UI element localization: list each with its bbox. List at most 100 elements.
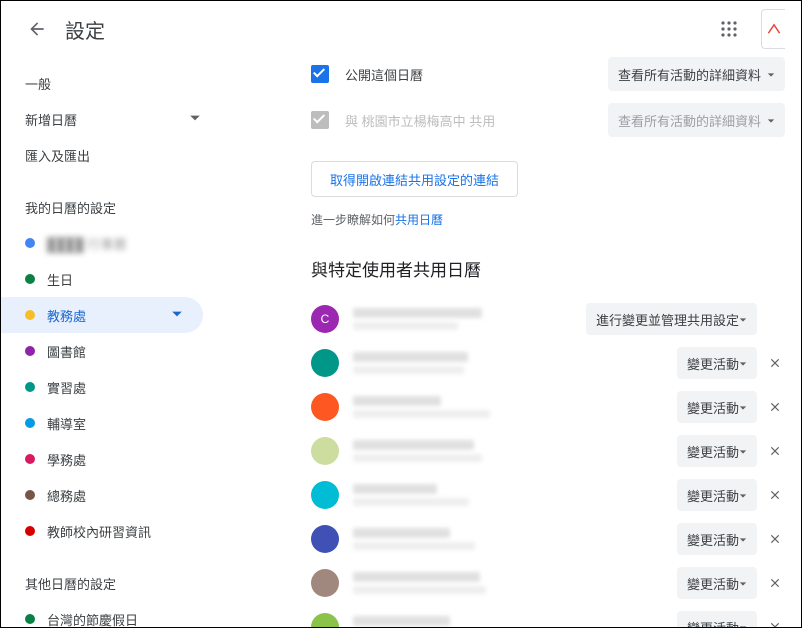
shared-user-row: 變更活動 xyxy=(311,341,785,385)
user-info xyxy=(353,484,677,506)
helper-link[interactable]: 共用日曆 xyxy=(395,213,443,227)
calendar-label: ████ 行事曆 xyxy=(47,234,126,253)
avatar xyxy=(311,437,339,465)
sidebar-calendar-item[interactable]: 圖書館 xyxy=(1,333,203,369)
avatar xyxy=(311,349,339,377)
share-section-title: 與特定使用者共用日曆 xyxy=(311,256,785,281)
caret-down-icon xyxy=(739,620,747,628)
color-dot xyxy=(25,238,35,248)
avatar xyxy=(311,569,339,597)
color-dot xyxy=(25,274,35,284)
sidebar-calendar-item[interactable]: 生日 xyxy=(1,261,203,297)
sidebar-calendar-item[interactable]: ████ 行事曆 xyxy=(1,225,203,261)
remove-user-button[interactable] xyxy=(765,485,785,505)
sidebar-calendar-item[interactable]: 教務處 xyxy=(1,297,203,333)
org-label: 與 桃園市立楊梅高中 共用 xyxy=(345,111,495,130)
avatar: C xyxy=(311,305,339,333)
org-checkbox xyxy=(311,111,329,129)
caret-down-icon xyxy=(739,400,747,415)
user-info xyxy=(353,616,677,627)
color-dot xyxy=(25,382,35,392)
user-permission-select[interactable]: 變更活動 xyxy=(677,435,757,467)
public-permission-select[interactable]: 查看所有活動的詳細資料 xyxy=(608,57,785,91)
remove-user-button[interactable] xyxy=(765,353,785,373)
account-indicator[interactable] xyxy=(761,9,785,49)
sidebar-calendar-item[interactable]: 實習處 xyxy=(1,369,203,405)
caret-down-icon xyxy=(739,312,747,327)
calendar-label: 實習處 xyxy=(47,378,86,397)
calendar-label: 輔導室 xyxy=(47,414,86,433)
shared-user-row: C 進行變更並管理共用設定 xyxy=(311,297,785,341)
color-dot xyxy=(25,310,35,320)
sidebar-item-label: 新增日曆 xyxy=(25,110,77,129)
public-label: 公開這個日曆 xyxy=(345,65,423,84)
user-permission-select[interactable]: 變更活動 xyxy=(677,611,757,627)
chevron-down-icon xyxy=(171,308,183,323)
sidebar-calendar-item[interactable]: 輔導室 xyxy=(1,405,203,441)
sidebar-section-other-calendars: 其他日曆的設定 xyxy=(1,565,221,601)
user-info xyxy=(353,396,677,418)
calendar-label: 圖書館 xyxy=(47,342,86,361)
caret-down-icon xyxy=(739,576,747,591)
user-permission-select[interactable]: 變更活動 xyxy=(677,391,757,423)
user-permission-select[interactable]: 變更活動 xyxy=(677,523,757,555)
user-info xyxy=(353,572,677,594)
color-dot xyxy=(25,454,35,464)
calendar-label: 台灣的節慶假日 xyxy=(47,610,138,628)
avatar xyxy=(311,525,339,553)
user-info xyxy=(353,308,586,330)
sidebar-item-general[interactable]: 一般 xyxy=(1,65,221,101)
user-permission-select[interactable]: 進行變更並管理共用設定 xyxy=(586,303,757,335)
color-dot xyxy=(25,614,35,624)
caret-down-icon xyxy=(739,488,747,503)
apps-icon[interactable] xyxy=(709,9,749,49)
sidebar-calendar-item[interactable]: 總務處 xyxy=(1,477,203,513)
caret-down-icon xyxy=(739,532,747,547)
shared-user-row: 變更活動 xyxy=(311,517,785,561)
color-dot xyxy=(25,418,35,428)
remove-user-button[interactable] xyxy=(765,529,785,549)
caret-down-icon xyxy=(767,113,775,128)
remove-user-button[interactable] xyxy=(765,441,785,461)
calendar-label: 教務處 xyxy=(47,306,86,325)
shared-user-row: 變更活動 xyxy=(311,605,785,627)
avatar xyxy=(311,613,339,627)
calendar-label: 學務處 xyxy=(47,450,86,469)
sidebar-item-import-export[interactable]: 匯入及匯出 xyxy=(1,137,221,173)
shared-user-row: 變更活動 xyxy=(311,561,785,605)
sidebar-calendar-item[interactable]: 學務處 xyxy=(1,441,203,477)
sidebar-calendar-item[interactable]: 台灣的節慶假日 xyxy=(1,601,203,627)
main-content: 公開這個日曆 查看所有活動的詳細資料 與 桃園市立楊梅高中 共用 查看所有活動的… xyxy=(221,57,801,627)
caret-down-icon xyxy=(767,67,775,82)
remove-user-button[interactable] xyxy=(765,573,785,593)
sidebar-calendar-item[interactable]: 教師校內研習資訊 xyxy=(1,513,203,549)
calendar-label: 生日 xyxy=(47,270,73,289)
sidebar: 一般 新增日曆 匯入及匯出 我的日曆的設定 ████ 行事曆生日教務處圖書館實習… xyxy=(1,57,221,627)
page-title: 設定 xyxy=(65,15,105,44)
caret-down-icon xyxy=(739,356,747,371)
back-button[interactable] xyxy=(17,9,57,49)
shared-user-row: 變更活動 xyxy=(311,473,785,517)
user-info xyxy=(353,440,677,462)
user-permission-select[interactable]: 變更活動 xyxy=(677,479,757,511)
user-permission-select[interactable]: 變更活動 xyxy=(677,347,757,379)
chevron-down-icon xyxy=(189,112,201,127)
sidebar-item-add-calendar[interactable]: 新增日曆 xyxy=(1,101,221,137)
remove-user-button[interactable] xyxy=(765,617,785,627)
user-info xyxy=(353,352,677,374)
avatar xyxy=(311,393,339,421)
calendar-label: 總務處 xyxy=(47,486,86,505)
color-dot xyxy=(25,526,35,536)
user-permission-select[interactable]: 變更活動 xyxy=(677,567,757,599)
public-checkbox[interactable] xyxy=(311,65,329,83)
shared-user-row: 變更活動 xyxy=(311,429,785,473)
caret-down-icon xyxy=(739,444,747,459)
sidebar-section-my-calendars: 我的日曆的設定 xyxy=(1,189,221,225)
user-info xyxy=(353,528,677,550)
calendar-label: 教師校內研習資訊 xyxy=(47,522,151,541)
helper-text: 進一步瞭解如何共用日曆 xyxy=(311,211,785,228)
remove-user-button[interactable] xyxy=(765,397,785,417)
shared-user-row: 變更活動 xyxy=(311,385,785,429)
get-link-button[interactable]: 取得開啟連結共用設定的連結 xyxy=(311,161,518,197)
org-permission-select: 查看所有活動的詳細資料 xyxy=(608,103,785,137)
